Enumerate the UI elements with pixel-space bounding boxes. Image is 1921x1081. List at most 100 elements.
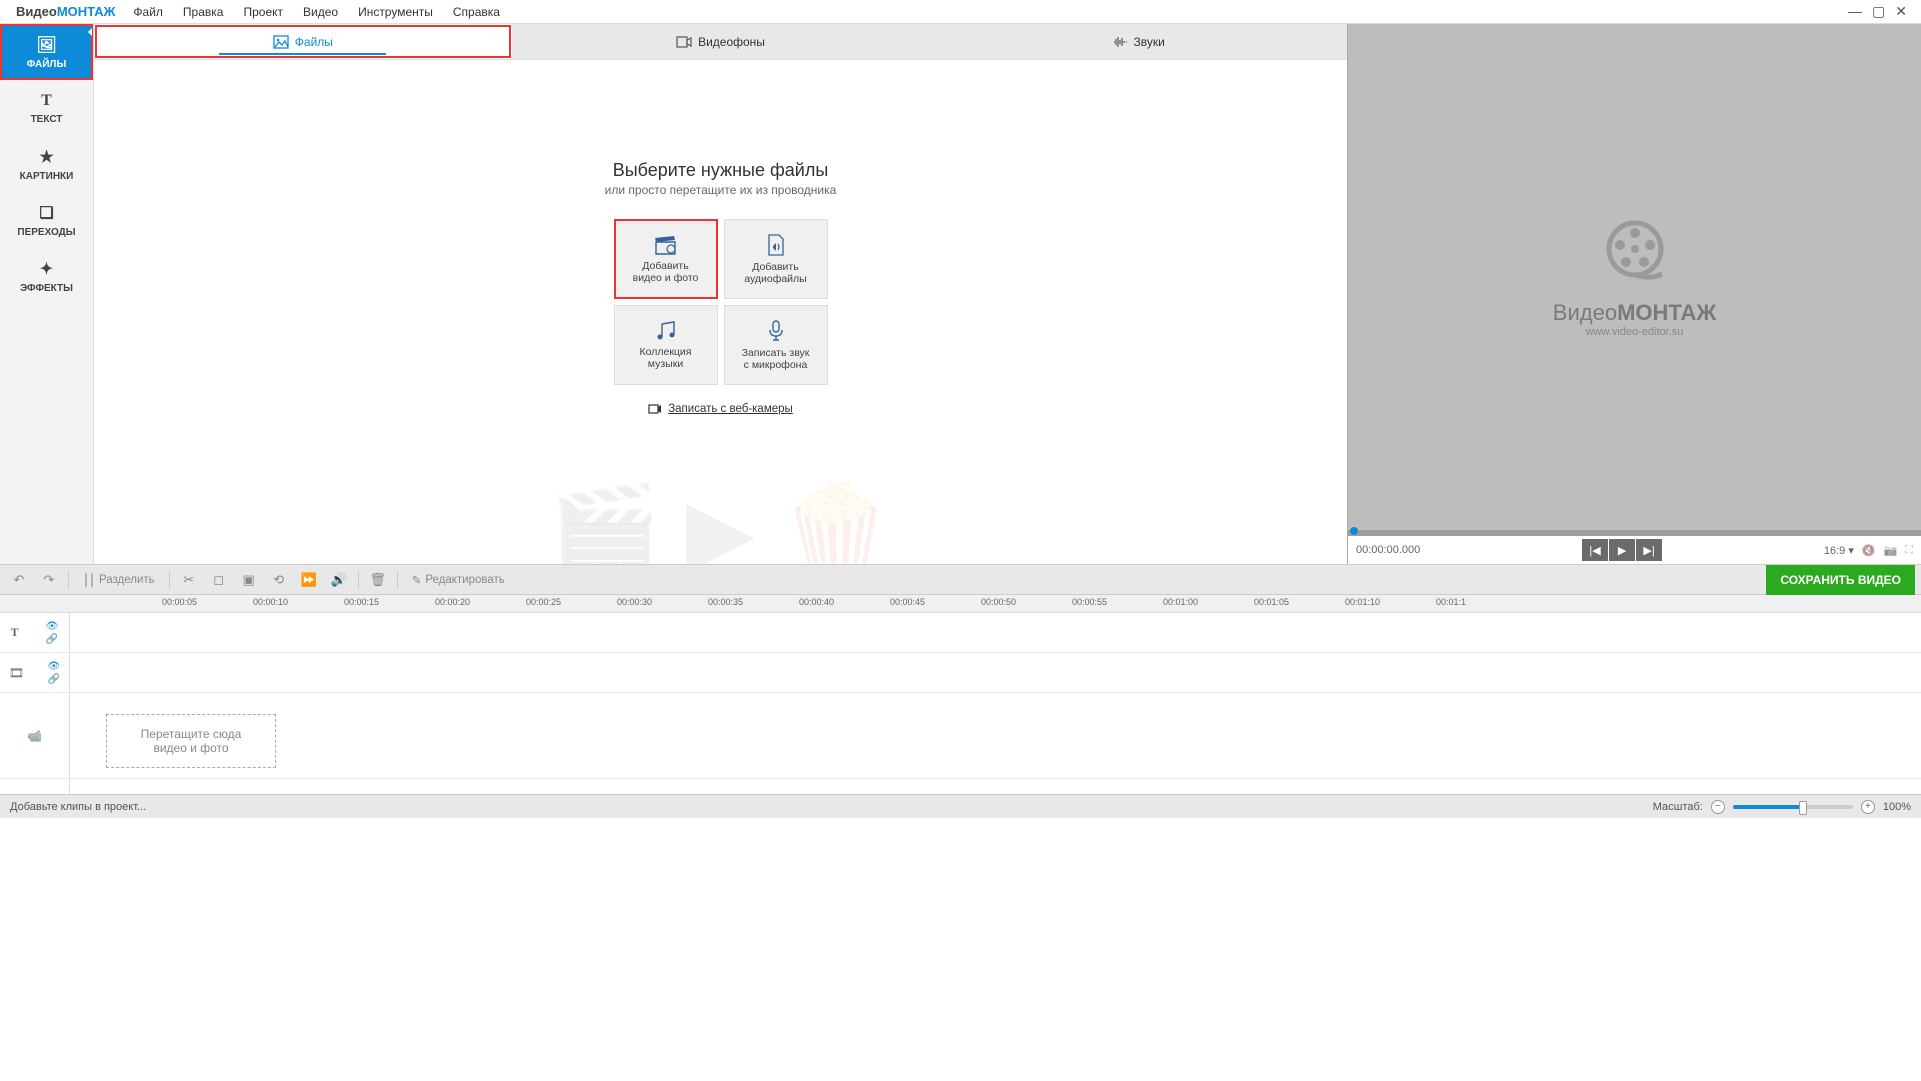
- sidebar-item-label: ЭФФЕКТЫ: [20, 283, 73, 294]
- sidebar-item-label: КАРТИНКИ: [20, 171, 74, 182]
- link-icon[interactable]: 🔗: [48, 674, 61, 685]
- next-button[interactable]: ▶|: [1636, 539, 1662, 561]
- sidebar-item-text[interactable]: T ТЕКСТ: [0, 80, 93, 136]
- pencil-icon: ✎: [412, 573, 422, 587]
- time-ruler[interactable]: 00:00:05 00:00:10 00:00:15 00:00:20 00:0…: [0, 595, 1921, 613]
- speed-button[interactable]: ⏩: [296, 568, 322, 592]
- play-button[interactable]: ▶: [1609, 539, 1635, 561]
- track-body[interactable]: Перетащите сюда видео и фото: [70, 613, 1921, 794]
- zoom-slider[interactable]: [1733, 805, 1853, 809]
- timeline-dropzone[interactable]: Перетащите сюда видео и фото: [106, 714, 276, 768]
- mic-icon: [766, 319, 786, 343]
- track-headers: T 👁 🔗 🎞 👁 🔗 📹: [0, 613, 70, 794]
- preview-controls: 00:00:00.000 |◀ ▶ ▶| 16:9 ▾ 🔇 📷 ⛶: [1348, 536, 1921, 564]
- scissors-icon: ⎮⎮: [83, 573, 95, 587]
- star-icon: ★: [39, 147, 53, 167]
- transitions-icon: ❏: [39, 203, 53, 223]
- menu-tools[interactable]: Инструменты: [348, 5, 443, 19]
- eye-icon[interactable]: 👁: [46, 621, 59, 632]
- preview-logo: ВидеоМОНТАЖ: [1553, 300, 1716, 326]
- edit-button[interactable]: ✎Редактировать: [404, 573, 513, 587]
- zoom-label: Масштаб:: [1653, 801, 1703, 813]
- menu-help[interactable]: Справка: [443, 5, 510, 19]
- close-icon[interactable]: ✕: [1895, 3, 1907, 20]
- snapshot-icon[interactable]: 📷: [1884, 544, 1898, 557]
- reel-icon: [1600, 216, 1670, 286]
- prev-button[interactable]: |◀: [1582, 539, 1608, 561]
- sidebar-item-label: ФАЙЛЫ: [27, 59, 67, 70]
- tab-label: Звуки: [1134, 35, 1165, 49]
- image-icon: 🖼: [36, 35, 56, 55]
- menu-bar: ВидеоМОНТАЖ Файл Правка Проект Видео Инс…: [0, 0, 1921, 24]
- picture-icon: [273, 35, 289, 49]
- app-logo: ВидеоМОНТАЖ: [8, 4, 123, 19]
- preview-time: 00:00:00.000: [1356, 544, 1420, 556]
- timeline-toolbar: ↶ ↷ ⎮⎮Разделить ✂ ◻ ▣ ⟲ ⏩ 🔊 🗑 ✎Редактиро…: [0, 565, 1921, 595]
- sidebar-item-files[interactable]: 🖼 ФАЙЛЫ: [0, 24, 93, 80]
- undo-button[interactable]: ↶: [6, 568, 32, 592]
- card-add-video-photo[interactable]: Добавитьвидео и фото: [614, 219, 718, 299]
- menu-file[interactable]: Файл: [123, 5, 173, 19]
- rotate-button[interactable]: ⟲: [266, 568, 292, 592]
- center-subtitle: или просто перетащите их из проводника: [605, 183, 837, 197]
- clapper-icon: [653, 234, 679, 256]
- crop-button[interactable]: ◻: [206, 568, 232, 592]
- delete-button[interactable]: 🗑: [365, 568, 391, 592]
- stop-button[interactable]: ▣: [236, 568, 262, 592]
- preview-seek-bar[interactable]: [1348, 530, 1921, 536]
- volume-button[interactable]: 🔊: [326, 568, 352, 592]
- camera-icon: [648, 403, 662, 415]
- save-video-button[interactable]: СОХРАНИТЬ ВИДЕО: [1766, 565, 1915, 595]
- minimize-icon[interactable]: —: [1848, 3, 1862, 20]
- preview-canvas: ВидеоМОНТАЖ www.video-editor.su: [1348, 24, 1921, 530]
- tab-files[interactable]: Файлы: [94, 24, 512, 59]
- center-body: Выберите нужные файлы или просто перетащ…: [94, 60, 1347, 564]
- video-icon: [676, 35, 692, 49]
- sidebar-item-images[interactable]: ★ КАРТИНКИ: [0, 136, 93, 192]
- redo-button[interactable]: ↷: [36, 568, 62, 592]
- fullscreen-icon[interactable]: ⛶: [1905, 544, 1913, 557]
- tab-backgrounds[interactable]: Видеофоны: [512, 24, 930, 59]
- decorative-bg: 🎬 ▶ 🍿: [549, 479, 892, 564]
- eye-icon[interactable]: 👁: [48, 661, 61, 672]
- aspect-ratio[interactable]: 16:9 ▾: [1824, 544, 1854, 557]
- zoom-out-button[interactable]: −: [1711, 800, 1725, 814]
- split-button[interactable]: ⎮⎮Разделить: [75, 573, 163, 587]
- card-music-collection[interactable]: Коллекциямузыки: [614, 305, 718, 385]
- zoom-value: 100%: [1883, 801, 1911, 813]
- top-tabs: Файлы Видеофоны Звуки: [94, 24, 1347, 60]
- window-controls: — ▢ ✕: [1848, 3, 1913, 20]
- tab-sounds[interactable]: Звуки: [929, 24, 1347, 59]
- status-hint: Добавьте клипы в проект...: [10, 801, 146, 813]
- text-icon: T: [41, 92, 52, 110]
- preview-panel: ВидеоМОНТАЖ www.video-editor.su 00:00:00…: [1347, 24, 1921, 564]
- menu-video[interactable]: Видео: [293, 5, 348, 19]
- zoom-in-button[interactable]: +: [1861, 800, 1875, 814]
- center-title: Выберите нужные файлы: [613, 160, 829, 181]
- webcam-link[interactable]: Записать с веб-камеры: [648, 403, 793, 415]
- text-track-icon: T: [11, 625, 19, 640]
- card-add-audio[interactable]: Добавитьаудиофайлы: [724, 219, 828, 299]
- music-icon: [654, 320, 678, 342]
- sidebar-item-transitions[interactable]: ❏ ПЕРЕХОДЫ: [0, 192, 93, 248]
- sidebar-item-label: ПЕРЕХОДЫ: [17, 227, 75, 238]
- sound-icon: [1112, 35, 1128, 49]
- tab-label: Файлы: [295, 35, 333, 49]
- volume-icon[interactable]: 🔇: [1862, 544, 1876, 557]
- status-bar: Добавьте клипы в проект... Масштаб: − + …: [0, 794, 1921, 818]
- cut-button[interactable]: ✂: [176, 568, 202, 592]
- tab-label: Видеофоны: [698, 35, 765, 49]
- center-panel: Файлы Видеофоны Звуки Выберите нужные фа…: [94, 24, 1347, 564]
- link-icon[interactable]: 🔗: [46, 634, 59, 645]
- timeline: 00:00:05 00:00:10 00:00:15 00:00:20 00:0…: [0, 595, 1921, 794]
- left-sidebar: 🖼 ФАЙЛЫ T ТЕКСТ ★ КАРТИНКИ ❏ ПЕРЕХОДЫ ✦ …: [0, 24, 94, 564]
- card-record-mic[interactable]: Записать звукс микрофона: [724, 305, 828, 385]
- film-track-icon: 🎞: [9, 666, 24, 680]
- menu-edit[interactable]: Правка: [173, 5, 234, 19]
- preview-url: www.video-editor.su: [1586, 326, 1684, 338]
- sidebar-item-effects[interactable]: ✦ ЭФФЕКТЫ: [0, 248, 93, 304]
- menu-project[interactable]: Проект: [233, 5, 293, 19]
- wand-icon: ✦: [40, 259, 53, 279]
- video-track-icon: 📹: [27, 729, 42, 743]
- maximize-icon[interactable]: ▢: [1872, 3, 1885, 20]
